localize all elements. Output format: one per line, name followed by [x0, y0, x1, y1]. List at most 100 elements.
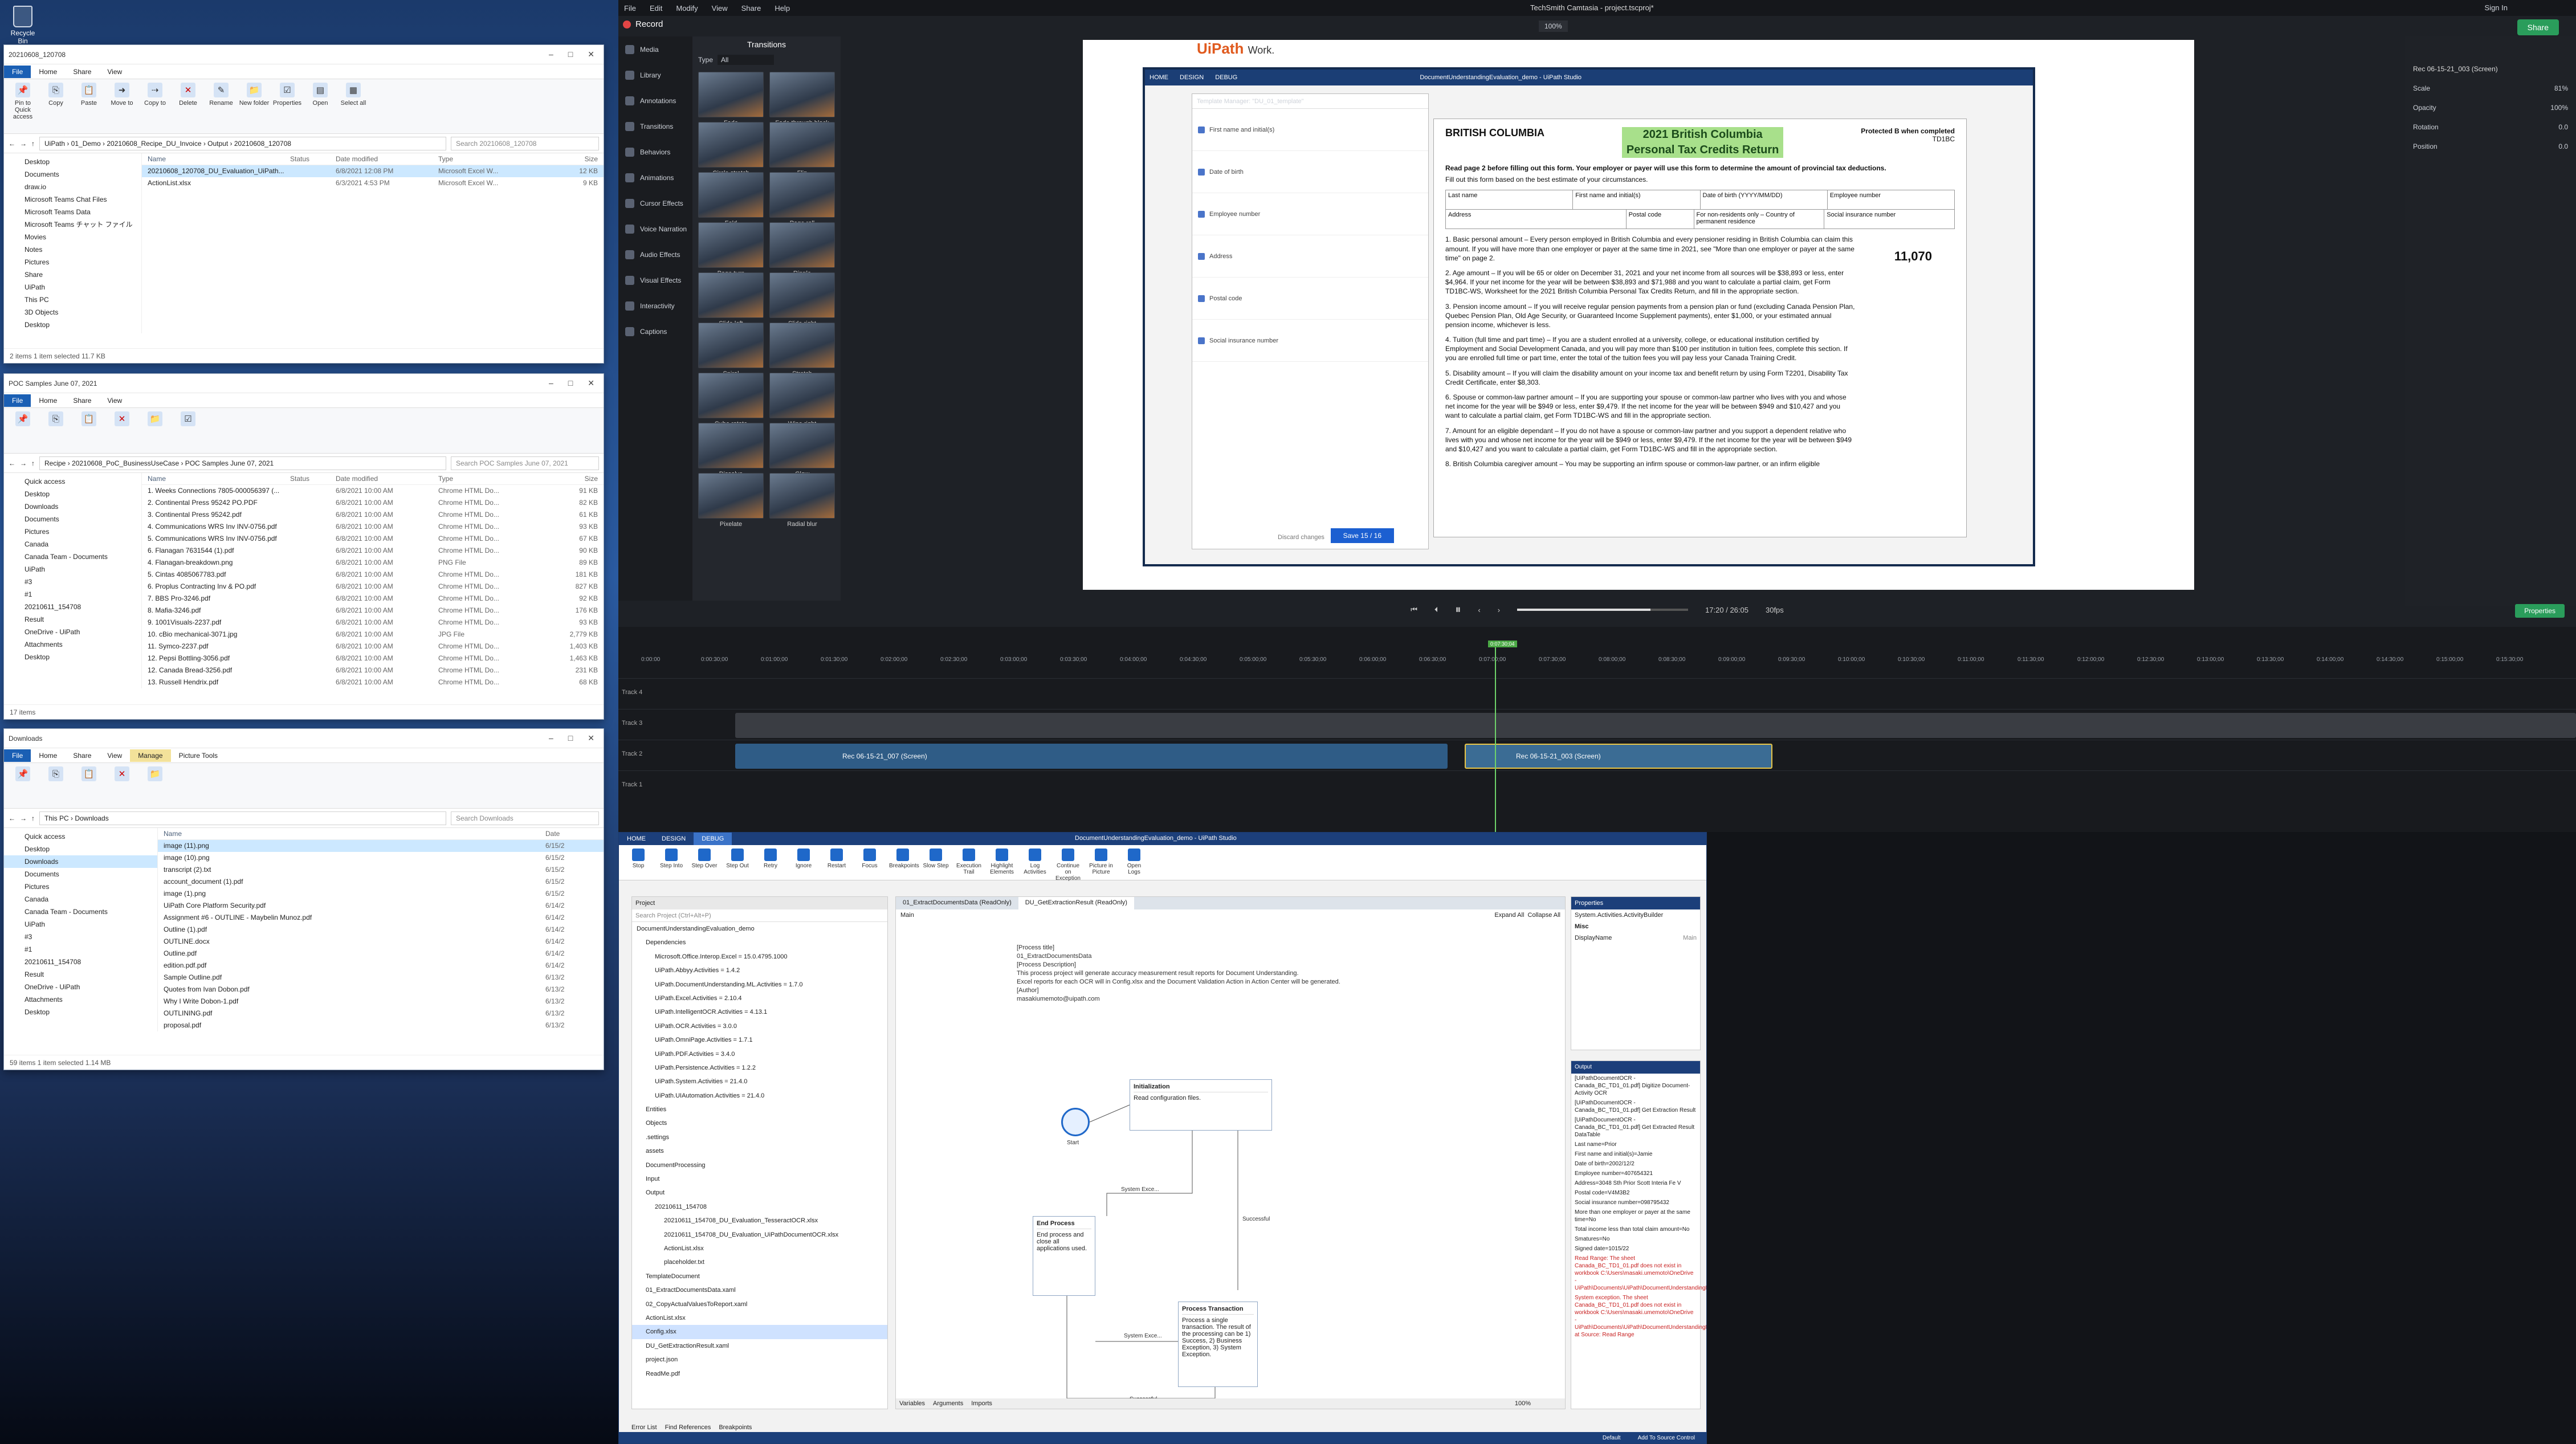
nav-item[interactable]: Downloads: [4, 500, 141, 513]
timeline-ruler[interactable]: 0:00:00 0:00:30;00 0:01:00;00 0:01:30;00 0:0…: [641, 656, 2573, 668]
table-row[interactable]: 2. Continental Press 95242 PO.PDF 6/8/202…: [142, 497, 604, 509]
tab-debug[interactable]: DEBUG: [694, 833, 732, 845]
path-field[interactable]: UiPath › 01_Demo › 20210608_Recipe_DU_In…: [39, 136, 446, 150]
ribbon-button-step-over[interactable]: Step Over: [691, 849, 718, 869]
tree-item[interactable]: UiPath.Abbyy.Activities = 1.4.2: [632, 964, 887, 977]
minimize-icon[interactable]: –: [549, 733, 553, 743]
table-row[interactable]: edition.pdf.pdf 6/14/2: [158, 960, 604, 972]
tab-home[interactable]: Home: [31, 394, 65, 407]
properties-button[interactable]: ☑ Properties: [272, 83, 303, 130]
record-button[interactable]: Record: [623, 19, 663, 29]
clip-rec-003[interactable]: Rec 06-15-21_003 (Screen): [1465, 744, 1772, 769]
ribbon-button-continue-on-exception[interactable]: Continue on Exception: [1054, 849, 1082, 882]
position-row[interactable]: Position 0.0: [2405, 137, 2576, 156]
tree-item[interactable]: DocumentProcessing: [632, 1159, 887, 1172]
tab-view[interactable]: View: [99, 66, 130, 78]
transition-fade[interactable]: Fade: [698, 72, 764, 127]
project-search[interactable]: Search Project (Ctrl+Alt+P): [632, 909, 887, 922]
tool-annotations[interactable]: Annotations: [618, 88, 692, 113]
column-date[interactable]: Date modified: [336, 473, 438, 484]
table-row[interactable]: 5. Communications WRS Inv INV-0756.pdf 6/…: [142, 533, 604, 545]
close-icon[interactable]: ✕: [588, 50, 594, 59]
ribbon-button-restart[interactable]: Restart: [823, 849, 850, 869]
tool-library[interactable]: Library: [618, 62, 692, 88]
transition-dissolve[interactable]: Dissolve: [698, 423, 764, 478]
playback-scrubber[interactable]: [1517, 609, 1689, 611]
tree-item[interactable]: Dependencies: [632, 936, 887, 949]
rename-button[interactable]: ✎ Rename: [206, 83, 237, 130]
menu-help[interactable]: Help: [775, 4, 790, 13]
nav-item[interactable]: Canada Team - Documents: [4, 905, 157, 918]
tab-home[interactable]: Home: [31, 749, 65, 762]
table-row[interactable]: 6. Proplus Contracting Inv & PO.pdf 6/8/2…: [142, 581, 604, 593]
tree-item[interactable]: ActionList.xlsx: [632, 1311, 887, 1325]
nav-item[interactable]: Microsoft Teams Chat Files: [4, 193, 141, 206]
table-row[interactable]: image (1).png 6/15/2: [158, 888, 604, 900]
nav-item[interactable]: Share: [4, 268, 141, 281]
table-row[interactable]: 12. Canada Bread-3256.pdf 6/8/2021 10:00 …: [142, 664, 604, 676]
tool-interactivity[interactable]: Interactivity: [618, 293, 692, 319]
tree-item[interactable]: UiPath.OCR.Activities = 3.0.0: [632, 1019, 887, 1033]
track-2[interactable]: Track 2 Rec 06-15-21_007 (Screen) Rec 06…: [618, 740, 2576, 770]
nav-item[interactable]: OneDrive - UiPath: [4, 626, 141, 638]
back-icon[interactable]: ←: [9, 459, 15, 467]
move-to-button[interactable]: ➜ Move to: [107, 83, 137, 130]
prev-icon[interactable]: ‹: [1478, 606, 1480, 614]
properties-button[interactable]: ☑: [173, 411, 203, 450]
tool-animations[interactable]: Animations: [618, 165, 692, 190]
nav-item[interactable]: Canada: [4, 893, 157, 905]
tool-transitions[interactable]: Transitions: [618, 113, 692, 139]
scale-row[interactable]: Scale 81%: [2405, 79, 2576, 98]
table-row[interactable]: 9. 1001Visuals-2237.pdf 6/8/2021 10:00 AM…: [142, 617, 604, 629]
tool-visual-effects[interactable]: Visual Effects: [618, 267, 692, 293]
tree-item[interactable]: Entities: [632, 1103, 887, 1116]
rotation-row[interactable]: Rotation 0.0: [2405, 117, 2576, 137]
table-row[interactable]: 20210608_120708_DU_Evaluation_UiPath... 6…: [142, 165, 604, 177]
column-type[interactable]: Type: [438, 153, 547, 165]
copy-button[interactable]: ⎘: [40, 766, 71, 805]
tab-design[interactable]: DESIGN: [654, 833, 694, 845]
ribbon-button-highlight-elements[interactable]: Highlight Elements: [988, 849, 1016, 875]
tree-item[interactable]: DocumentUnderstandingEvaluation_demo: [632, 922, 887, 936]
nav-item[interactable]: #1: [4, 588, 141, 601]
save-button[interactable]: Save 15 / 16: [1330, 528, 1394, 543]
maximize-icon[interactable]: □: [568, 378, 573, 388]
ribbon-button-log-activities[interactable]: Log Activities: [1021, 849, 1049, 875]
nav-item[interactable]: 20210611_154708: [4, 601, 141, 613]
tab-view[interactable]: View: [99, 749, 130, 762]
nav-item[interactable]: Desktop: [4, 1006, 157, 1018]
table-row[interactable]: Quotes from Ivan Dobon.pdf 6/13/2: [158, 984, 604, 996]
nav-item[interactable]: 20210611_154708: [4, 956, 157, 968]
ribbon-button-open-logs[interactable]: Open Logs: [1120, 849, 1148, 875]
find-references-tab[interactable]: Find References: [665, 1424, 711, 1431]
ribbon-button-focus[interactable]: Focus: [856, 849, 883, 869]
recycle-bin[interactable]: Recycle Bin: [6, 6, 40, 45]
column-name[interactable]: Name: [142, 473, 290, 484]
ribbon-button-stop[interactable]: Stop: [625, 849, 652, 869]
nav-item[interactable]: 3D Objects: [4, 306, 141, 319]
tree-item[interactable]: UiPath.Excel.Activities = 2.10.4: [632, 992, 887, 1005]
tree-item[interactable]: 20210611_154708_DU_Evaluation_UiPathDocu…: [632, 1228, 887, 1242]
transition-page-roll[interactable]: Page roll: [769, 172, 835, 227]
nav-item[interactable]: Documents: [4, 168, 141, 181]
path-field[interactable]: This PC › Downloads: [39, 811, 446, 825]
paste-button[interactable]: 📋: [74, 766, 104, 805]
tree-item[interactable]: placeholder.txt: [632, 1255, 887, 1269]
tab-share[interactable]: Share: [65, 749, 99, 762]
nav-item[interactable]: OneDrive - UiPath: [4, 981, 157, 993]
ribbon-button-step-out[interactable]: Step Out: [724, 849, 751, 869]
nav-item[interactable]: Quick access: [4, 475, 141, 488]
transition-ripple[interactable]: Ripple: [769, 222, 835, 277]
nav-item[interactable]: Desktop: [4, 488, 141, 500]
transition-slide-left[interactable]: Slide left: [698, 272, 764, 327]
dialog-field[interactable]: First name and initial(s): [1192, 109, 1428, 151]
table-row[interactable]: 4. Flanagan-breakdown.png 6/8/2021 10:00 …: [142, 557, 604, 569]
table-row[interactable]: image (11).png 6/15/2: [158, 840, 604, 852]
tree-item[interactable]: UiPath.DocumentUnderstanding.ML.Activiti…: [632, 978, 887, 992]
tree-item[interactable]: 02_CopyActualValuesToReport.xaml: [632, 1298, 887, 1311]
transition-circle-stretch[interactable]: Circle stretch: [698, 122, 764, 177]
table-row[interactable]: proposal.pdf 6/13/2: [158, 1019, 604, 1031]
step-back-icon[interactable]: ⏴: [1434, 605, 1438, 614]
zoom-dropdown[interactable]: 100%: [1539, 21, 1568, 32]
nav-item[interactable]: Notes: [4, 243, 141, 256]
